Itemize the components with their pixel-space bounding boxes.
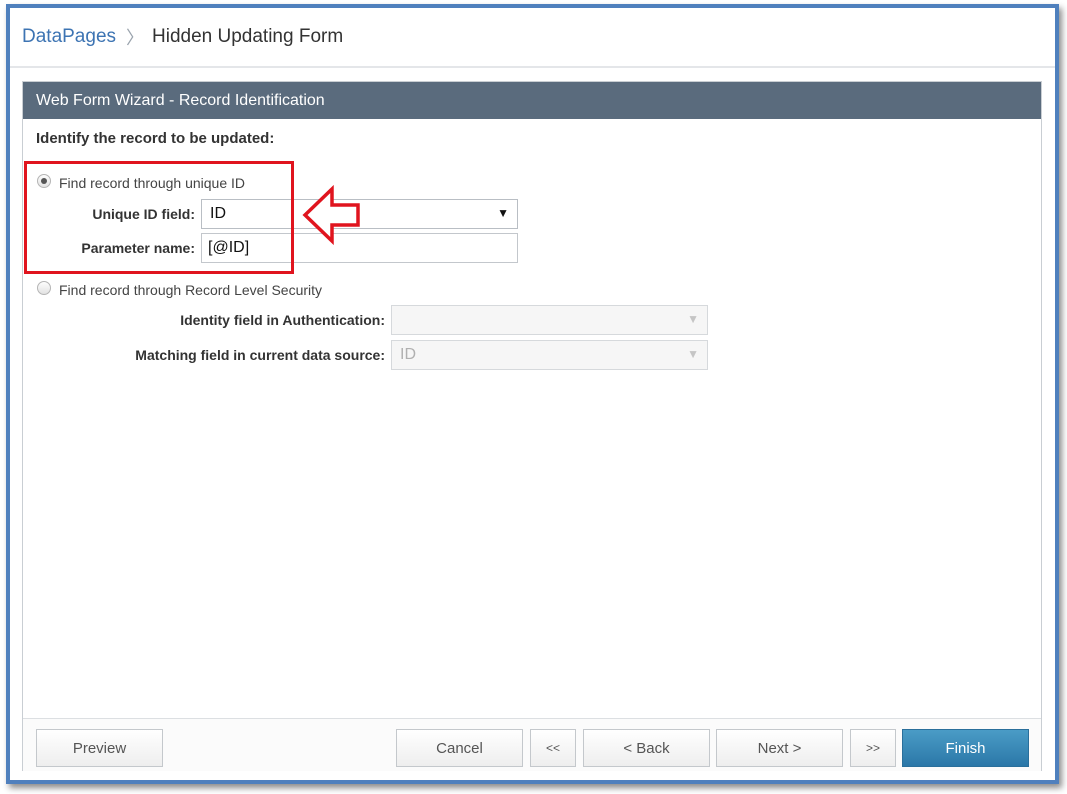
highlight-box bbox=[24, 161, 294, 274]
radio-record-level-security[interactable] bbox=[37, 281, 51, 295]
next-button[interactable]: Next > bbox=[716, 729, 843, 767]
breadcrumb-current: Hidden Updating Form bbox=[152, 26, 344, 47]
matching-field-value: ID bbox=[400, 346, 416, 363]
arrow-left-icon bbox=[302, 185, 360, 245]
cancel-button[interactable]: Cancel bbox=[396, 729, 523, 767]
matching-field-label: Matching field in current data source: bbox=[135, 347, 385, 363]
finish-button[interactable]: Finish bbox=[902, 729, 1029, 767]
breadcrumb: DataPages 〉 Hidden Updating Form bbox=[10, 8, 1055, 68]
preview-button[interactable]: Preview bbox=[36, 729, 163, 767]
wizard-footer: Preview Cancel << < Back Next > >> Finis… bbox=[23, 718, 1041, 771]
wizard-title: Web Form Wizard - Record Identification bbox=[23, 82, 1041, 119]
radio-record-level-security-label[interactable]: Find record through Record Level Securit… bbox=[59, 282, 322, 298]
identity-field-label: Identity field in Authentication: bbox=[180, 312, 385, 328]
window-frame: DataPages 〉 Hidden Updating Form Web For… bbox=[6, 4, 1059, 784]
section-heading: Identify the record to be updated: bbox=[36, 130, 275, 147]
identity-field-select: ▼ bbox=[391, 305, 708, 335]
chevron-down-icon: ▼ bbox=[497, 206, 509, 220]
first-page-button[interactable]: << bbox=[530, 729, 576, 767]
breadcrumb-root-link[interactable]: DataPages bbox=[22, 26, 116, 48]
wizard-panel: Web Form Wizard - Record Identification … bbox=[22, 81, 1042, 771]
chevron-down-icon: ▼ bbox=[687, 347, 699, 361]
breadcrumb-separator-icon: 〉 bbox=[126, 28, 145, 48]
chevron-down-icon: ▼ bbox=[687, 312, 699, 326]
back-button[interactable]: < Back bbox=[583, 729, 710, 767]
last-page-button[interactable]: >> bbox=[850, 729, 896, 767]
matching-field-select: ID ▼ bbox=[391, 340, 708, 370]
